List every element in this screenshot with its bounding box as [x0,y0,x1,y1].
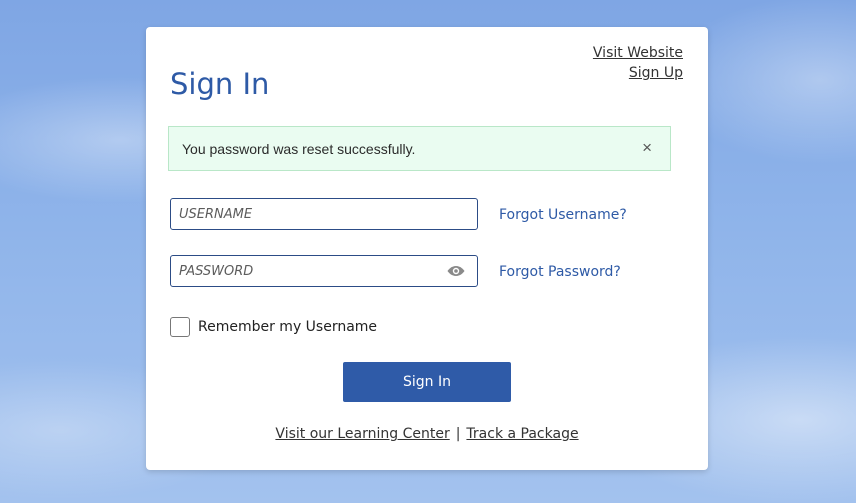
success-alert: You password was reset successfully. × [168,126,671,171]
alert-message: You password was reset successfully. [182,140,416,157]
password-field-wrapper [170,255,478,287]
sign-in-button[interactable]: Sign In [343,362,511,402]
page-title: Sign In [170,67,270,101]
sign-in-card: Visit Website Sign Up Sign In You passwo… [146,27,708,470]
top-links: Visit Website Sign Up [593,43,683,83]
remember-label[interactable]: Remember my Username [198,319,377,335]
username-field-wrapper [170,198,478,230]
forgot-username-link[interactable]: Forgot Username? [499,207,627,223]
footer-separator: | [455,426,461,442]
sign-up-link[interactable]: Sign Up [593,63,683,83]
username-input[interactable] [171,199,477,229]
eye-icon[interactable] [447,264,465,278]
learning-center-link[interactable]: Visit our Learning Center [275,426,449,442]
password-input[interactable] [171,256,477,286]
visit-website-link[interactable]: Visit Website [593,43,683,63]
close-icon[interactable]: × [642,139,652,157]
remember-checkbox[interactable] [170,317,190,337]
track-package-link[interactable]: Track a Package [466,426,578,442]
remember-username: Remember my Username [170,317,377,337]
forgot-password-link[interactable]: Forgot Password? [499,264,621,280]
footer-links: Visit our Learning Center | Track a Packag… [146,426,708,442]
